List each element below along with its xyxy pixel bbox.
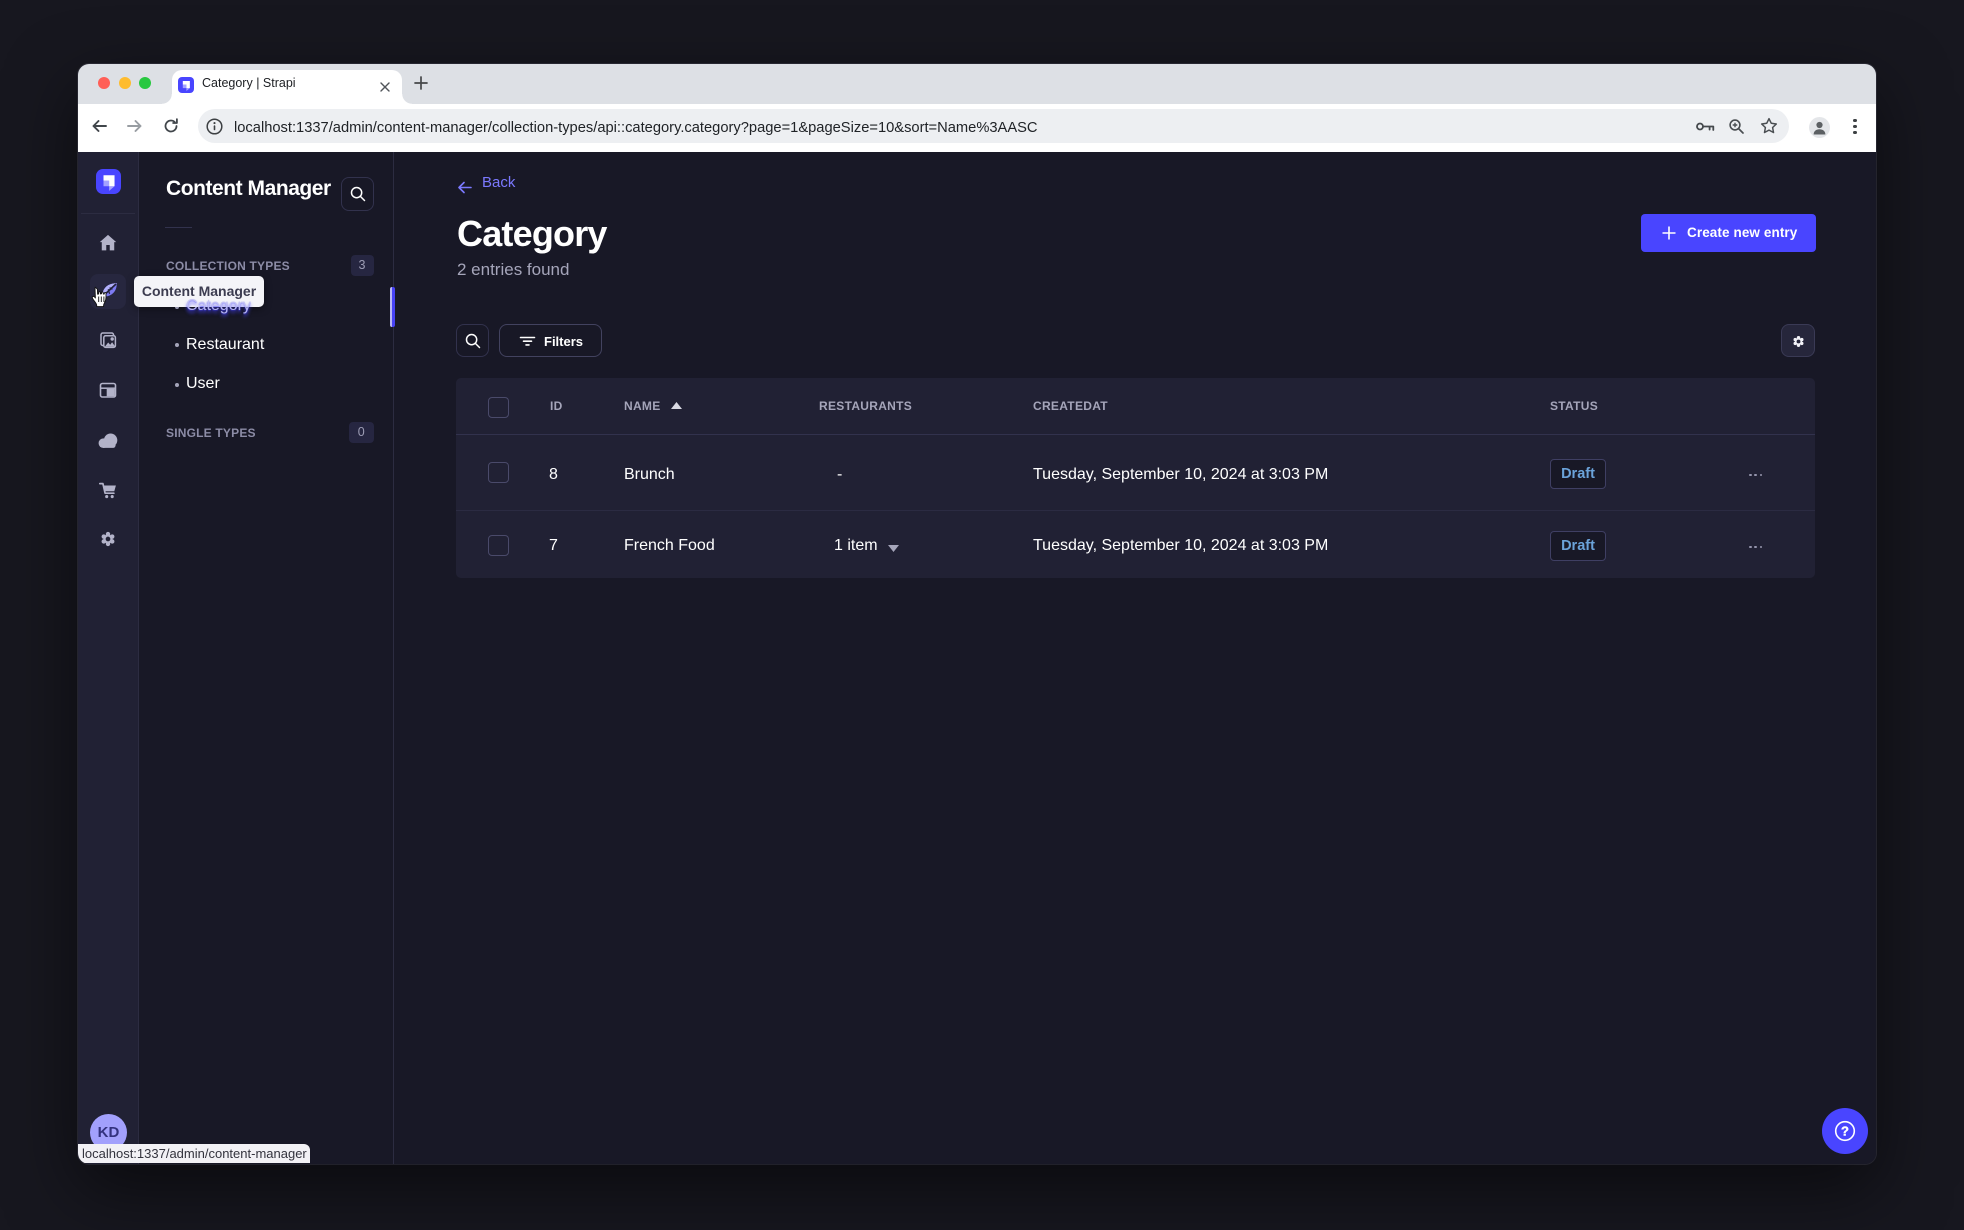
- svg-text:?: ?: [1841, 1124, 1849, 1139]
